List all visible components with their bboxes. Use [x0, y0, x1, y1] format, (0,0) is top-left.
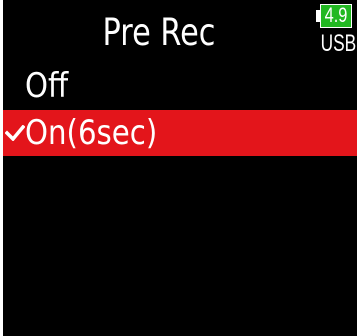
pre-rec-screen: Pre Rec 4.9 USB Off On(6sec) [3, 0, 357, 336]
option-on-6sec[interactable]: On(6sec) [3, 110, 357, 156]
power-source-label: USB [320, 30, 357, 57]
battery-level: 4.9 [324, 4, 348, 27]
battery-indicator: 4.9 [316, 4, 354, 28]
page-title: Pre Rec [102, 11, 216, 54]
option-on-label: On(6sec) [25, 113, 158, 153]
option-off-label: Off [25, 66, 69, 106]
option-off[interactable]: Off [3, 63, 357, 109]
header: Pre Rec 4.9 USB [3, 0, 357, 66]
checkmark-icon [5, 125, 25, 141]
